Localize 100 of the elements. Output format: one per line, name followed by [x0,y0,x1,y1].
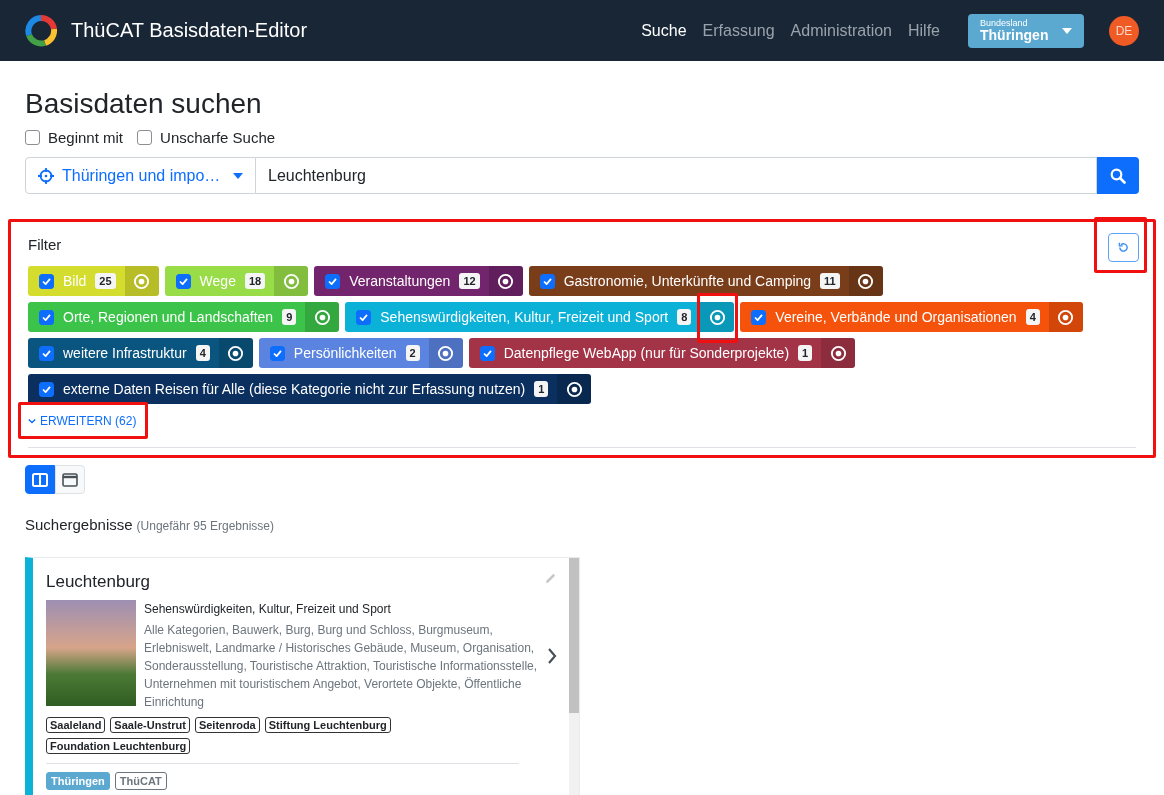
page-title: Basisdaten suchen [25,87,263,121]
target-icon [829,344,847,362]
results-title: Suchergebnisse [25,516,133,533]
checkbox-label: Unscharfe Suche [160,129,276,146]
count-badge: 8 [677,309,692,325]
checkbox[interactable] [325,273,341,289]
focus-button[interactable] [821,338,856,368]
expand-link[interactable]: ERWEITERN (62) [28,412,137,430]
nav-link[interactable]: Administration [790,21,892,40]
count-badge: 4 [1025,309,1040,325]
check-icon [42,313,51,321]
check-icon [328,277,338,285]
crosshair-icon [38,167,54,184]
target-icon [497,272,515,290]
checkbox[interactable] [269,345,285,361]
check-icon [42,277,51,285]
tag: Saaleland [46,717,106,733]
columns-icon [32,472,48,487]
scrollbar-thumb[interactable] [569,558,579,713]
region-dropdown[interactable]: Thüringen und impo… [25,157,256,194]
window-icon [62,472,78,487]
checkbox[interactable] [751,309,767,325]
check-icon [42,385,51,393]
checkbox[interactable] [479,345,495,361]
nav-link[interactable]: Erfassung [702,21,775,40]
target-icon [708,308,726,326]
focus-button[interactable] [488,266,523,296]
reset-icon [1117,241,1130,254]
card-category: Sehenswürdigkeiten, Kultur, Freizeit und Sport [144,601,392,618]
count-badge: 9 [282,309,297,325]
count-badge: 25 [95,273,116,289]
logo-icon [25,14,57,47]
chevron-right-icon[interactable] [547,647,557,664]
target-icon [282,272,300,290]
count-badge: 18 [244,273,266,289]
target-icon [313,308,331,326]
count-badge: 4 [195,345,210,361]
checkbox[interactable] [39,273,54,289]
target-icon [133,272,151,290]
category-toggle[interactable]: Gastronomie, Unterkünfte und Camping 11 [528,266,849,296]
category-toggle[interactable]: externe Daten Reisen für Alle (diese Kategorie nicht zur Erfassung nutzen) 1 [28,374,558,404]
focus-button[interactable] [557,374,592,404]
source-label: ThüCAT [114,772,167,790]
checkbox[interactable] [25,130,40,145]
target-icon [1057,308,1075,326]
category-toggle[interactable]: Persönlichkeiten 2 [258,338,429,368]
target-icon [857,272,875,290]
app-title: ThüCAT Basisdaten-Editor [71,19,308,42]
tag: Saale-Unstrut [110,717,190,733]
tag: Stiftung Leuchtenburg [264,717,391,733]
card-title: Leuchtenburg [46,572,150,592]
search-field[interactable]: Leuchtenburg [256,157,1097,194]
nav-link[interactable]: Suche [641,21,687,40]
focus-button[interactable] [218,338,253,368]
focus-button[interactable] [848,266,883,296]
category-toggle[interactable]: Wege 18 [164,266,275,296]
check-icon [42,349,51,357]
checkbox[interactable] [175,273,191,289]
category-toggle[interactable]: Bild 25 [28,266,125,296]
card-keywords: Alle Kategorien, Bauwerk, Burg, Burg und Schloss, Burgmuseum, Erlebniswelt, Landmarke / Historisches Gebäude, Museum, Organisation, Sonderausstellung, Touristische Attraktion, Touristische Informationsstelle, Unternehmen mit touristischem Angebot, Verortete Objekte, Öffentliche Einrichtung [144,622,539,711]
target-icon [437,344,455,362]
count-badge: 2 [405,345,420,361]
check-icon [178,277,188,285]
checkbox[interactable] [39,309,54,325]
checkbox[interactable] [39,345,54,361]
check-icon [482,349,492,357]
tag: Foundation Leuchtenburg [46,738,191,754]
checkbox-label: Beginnt mit [48,129,124,146]
check-icon [272,349,282,357]
results-count: (Ungefähr 95 Ergebnisse) [136,519,274,533]
count-badge: 1 [798,345,813,361]
check-icon [359,313,369,321]
category-toggle[interactable]: Datenpflege WebApp (nur für Sonderprojekte) 1 [468,338,822,368]
checkbox[interactable] [356,309,372,325]
count-badge: 12 [459,273,480,289]
target-icon [565,380,583,398]
caret-icon [233,172,243,179]
category-toggle[interactable]: Sehenswürdigkeiten, Kultur, Freizeit und Sport 8 [345,302,701,332]
caret-icon [1062,27,1072,34]
category-toggle[interactable]: Vereine, Verbände und Organisationen 4 [740,302,1049,332]
check-icon [754,313,764,321]
search-icon [1110,167,1126,184]
reset-button[interactable] [1108,233,1139,262]
result-card[interactable] [25,557,580,795]
search-button[interactable] [1097,157,1139,194]
category-toggle[interactable]: Veranstaltungen 12 [314,266,489,296]
nav-link[interactable]: Hilfe [908,21,940,40]
tag: Seitenroda [194,717,260,733]
view-toggle[interactable] [25,465,55,494]
checkbox[interactable] [39,381,54,397]
source-label: Thüringen [46,772,110,790]
target-icon [227,344,245,362]
checkbox[interactable] [539,273,555,289]
filter-title: Filter [28,236,62,253]
category-toggle[interactable]: weitere Infrastruktur 4 [28,338,219,368]
checkbox[interactable] [137,130,153,145]
count-badge: 11 [820,273,840,289]
check-icon [542,277,552,285]
category-toggle[interactable]: Orte, Regionen und Landschaften 9 [28,302,306,332]
chevron-down-icon [28,418,36,424]
